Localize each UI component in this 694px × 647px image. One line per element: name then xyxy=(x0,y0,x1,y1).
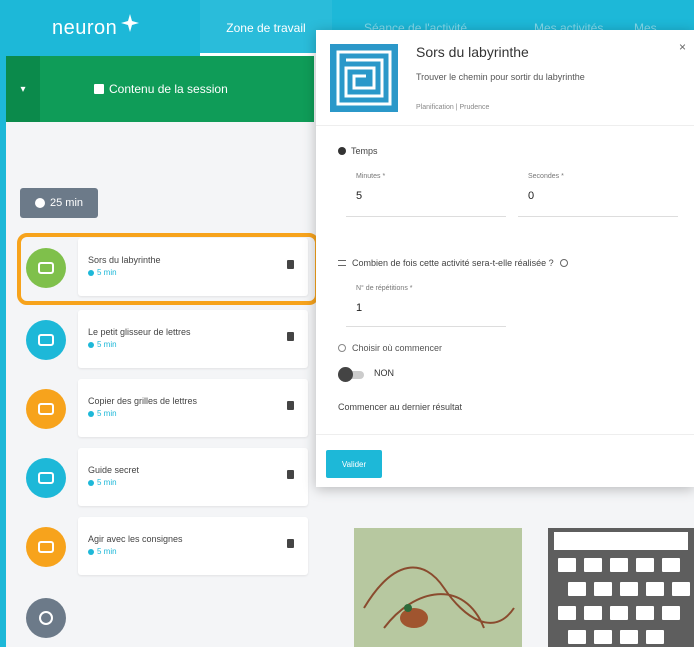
grid-chip xyxy=(672,582,690,596)
grid-chip xyxy=(594,582,612,596)
modal-title: Sors du labyrinthe xyxy=(416,44,529,60)
activity-item[interactable]: Copier des grilles de lettres 5 min xyxy=(22,379,308,437)
grid-chip xyxy=(558,558,576,572)
sparkle-icon xyxy=(121,13,140,32)
grid-chip xyxy=(558,606,576,620)
grid-chip xyxy=(584,606,602,620)
grid-chip xyxy=(636,558,654,572)
activity-item[interactable]: Guide secret 5 min xyxy=(22,448,308,506)
plus-circle-icon xyxy=(39,611,53,625)
activity-icon xyxy=(26,389,66,429)
activity-duration: 5 min xyxy=(88,547,117,556)
activity-item[interactable]: Le petit glisseur de lettres 5 min xyxy=(22,310,308,368)
trash-icon[interactable] xyxy=(287,332,294,341)
activity-settings-modal: Sors du labyrinthe Trouver le chemin pou… xyxy=(316,30,694,487)
validate-button[interactable]: Valider xyxy=(326,450,382,478)
activity-duration: 5 min xyxy=(88,409,117,418)
time-dot-icon xyxy=(88,410,94,417)
grid-icon xyxy=(38,403,54,415)
activity-icon xyxy=(26,320,66,360)
grid-chip xyxy=(610,606,628,620)
grid-chip xyxy=(662,558,680,572)
activity-icon xyxy=(26,527,66,567)
grid-chip xyxy=(636,606,654,620)
grid-chip xyxy=(620,582,638,596)
collapse-button[interactable]: ▾ xyxy=(6,56,40,122)
clock-icon xyxy=(338,147,346,155)
time-section-label: Temps xyxy=(338,146,378,156)
grid-chip xyxy=(594,630,612,644)
radio-icon xyxy=(338,344,346,352)
activity-card[interactable]: Copier des grilles de lettres 5 min xyxy=(78,379,308,437)
chevron-down-icon: ▾ xyxy=(20,83,26,95)
grid-chip xyxy=(662,606,680,620)
list-icon xyxy=(338,260,346,266)
grid-chip xyxy=(620,630,638,644)
logo-text: neuron xyxy=(52,17,118,39)
grid-chip xyxy=(584,558,602,572)
activity-item[interactable]: Agir avec les consignes 5 min xyxy=(22,517,308,575)
session-content-bar: ▾ Contenu de la session xyxy=(6,56,314,122)
time-dot-icon xyxy=(88,479,94,486)
activity-title: Guide secret xyxy=(88,465,140,475)
activity-icon xyxy=(26,458,66,498)
maze-image xyxy=(330,44,398,112)
activity-duration: 5 min xyxy=(88,340,117,349)
screen-icon xyxy=(38,472,54,484)
time-dot-icon xyxy=(88,548,94,555)
session-title: Contenu de la session xyxy=(94,82,228,96)
grid-chip xyxy=(646,582,664,596)
session-checkbox-icon xyxy=(94,84,104,94)
activity-title: Copier des grilles de lettres xyxy=(88,396,198,406)
maze-thumbnail[interactable] xyxy=(354,528,522,647)
activity-title: Agir avec les consignes xyxy=(88,534,183,544)
neuron-logo[interactable]: neuron xyxy=(52,13,141,40)
grid-chip xyxy=(568,630,586,644)
seconds-field[interactable]: Secondes * 0 xyxy=(518,165,678,217)
modal-header: Sors du labyrinthe Trouver le chemin pou… xyxy=(316,30,694,126)
repeat-question: Combien de fois cette activité sera-t-el… xyxy=(338,258,568,268)
maze-icon xyxy=(336,50,392,106)
trash-icon[interactable] xyxy=(287,401,294,410)
activity-card[interactable]: Agir avec les consignes 5 min xyxy=(78,517,308,575)
grid-thumbnail[interactable] xyxy=(548,528,694,647)
modal-description: Trouver le chemin pour sortir du labyrin… xyxy=(416,72,585,82)
left-frame-border xyxy=(0,56,6,647)
grid-chip xyxy=(610,558,628,572)
time-dot-icon xyxy=(88,341,94,348)
close-icon[interactable]: × xyxy=(679,40,686,54)
thumbnail-header xyxy=(554,532,688,550)
selected-activity-highlight xyxy=(17,233,319,305)
activity-duration: 5 min xyxy=(88,478,117,487)
activity-title: Le petit glisseur de lettres xyxy=(88,327,191,337)
minutes-field[interactable]: Minutes * 5 xyxy=(346,165,506,217)
grid-chip xyxy=(568,582,586,596)
trash-icon[interactable] xyxy=(287,539,294,548)
trash-icon[interactable] xyxy=(287,470,294,479)
eye-icon xyxy=(38,334,54,346)
maze-path-illustration xyxy=(363,566,515,629)
activity-card[interactable]: Le petit glisseur de lettres 5 min xyxy=(78,310,308,368)
toggle-knob xyxy=(338,367,353,382)
begin-toggle[interactable] xyxy=(338,367,372,382)
help-icon[interactable] xyxy=(559,259,568,267)
resume-option[interactable]: Commencer au dernier résultat xyxy=(338,402,462,412)
toggle-state: NON xyxy=(374,368,394,378)
repetitions-field[interactable]: N° de répétitions * 1 xyxy=(346,277,506,327)
tab-workspace[interactable]: Zone de travail xyxy=(200,0,332,56)
modal-divider xyxy=(316,434,694,435)
add-activity-button[interactable] xyxy=(26,598,66,638)
begin-option-label: Choisir où commencer xyxy=(338,343,442,353)
modal-tags: Planification | Prudence xyxy=(416,104,490,111)
grid-chip xyxy=(646,630,664,644)
duration-badge: 25 min xyxy=(20,188,98,218)
calendar-icon xyxy=(38,541,54,553)
activity-card[interactable]: Guide secret 5 min xyxy=(78,448,308,506)
clock-icon xyxy=(34,198,45,208)
